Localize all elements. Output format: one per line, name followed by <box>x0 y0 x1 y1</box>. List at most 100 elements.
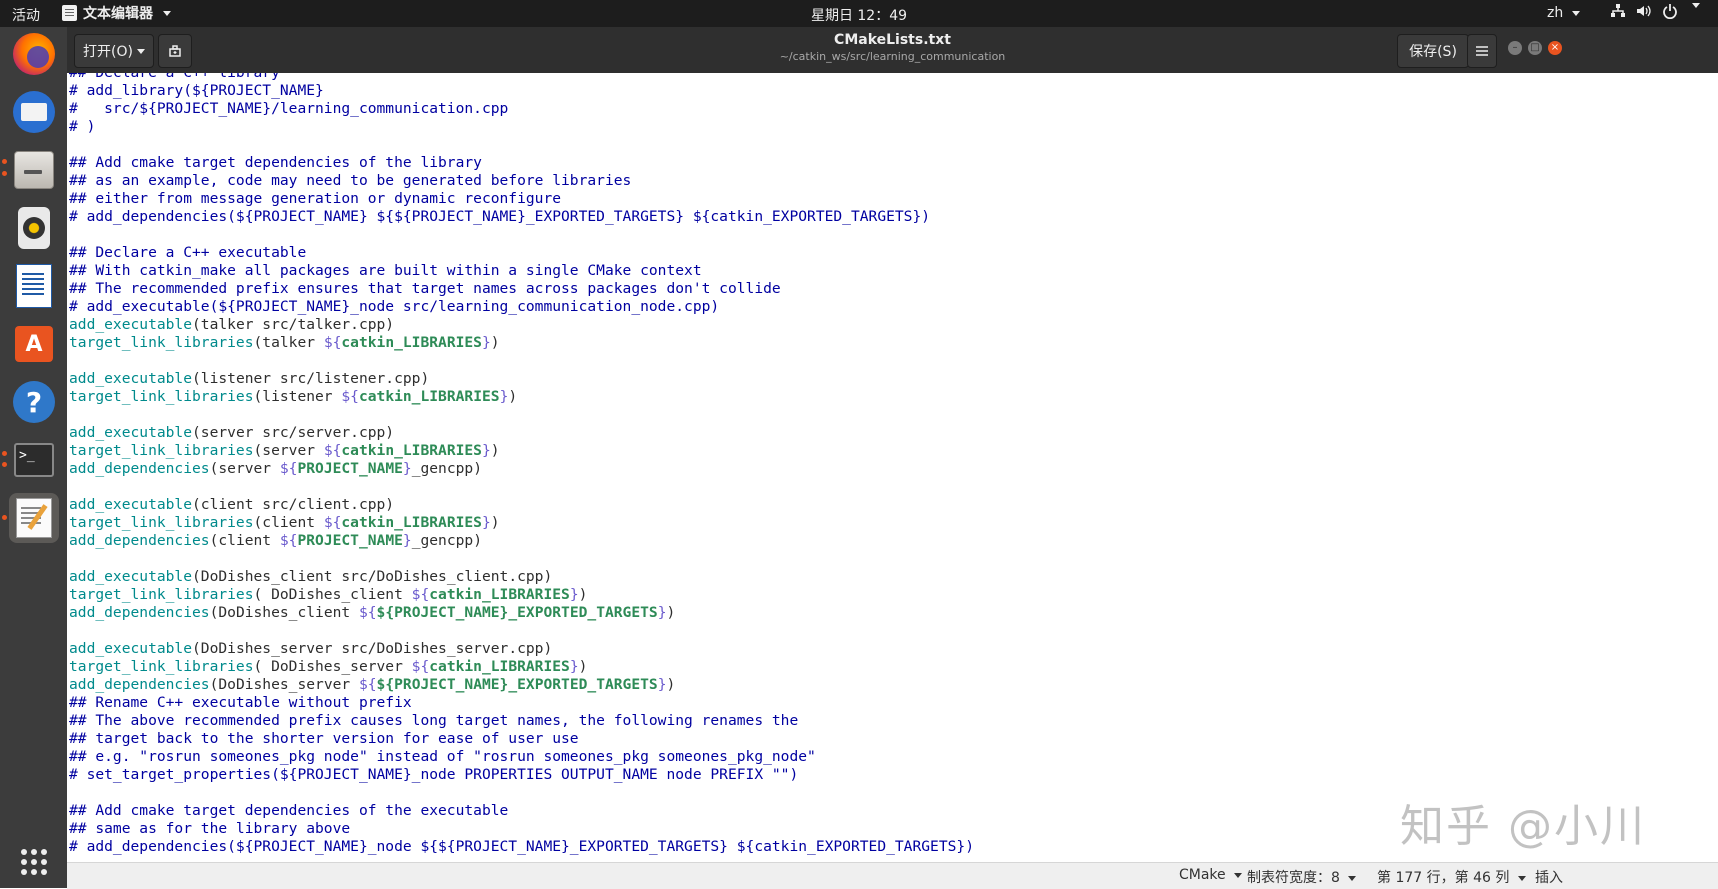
menu-button[interactable] <box>1467 34 1497 68</box>
code-line[interactable]: ​ <box>69 478 974 496</box>
language-selector[interactable]: CMake <box>1179 867 1243 883</box>
code-line[interactable]: add_executable(talker src/talker.cpp) <box>69 316 974 334</box>
code-line[interactable]: target_link_libraries(listener ${catkin_… <box>69 388 974 406</box>
running-indicator <box>2 171 7 176</box>
code-line[interactable]: # src/${PROJECT_NAME}/learning_communica… <box>69 100 974 118</box>
code-token: ) <box>490 442 500 459</box>
input-method-menu[interactable]: zh <box>1547 5 1580 21</box>
code-line[interactable]: add_dependencies(server ${PROJECT_NAME}_… <box>69 460 974 478</box>
insert-mode-indicator[interactable]: 插入 <box>1535 867 1563 887</box>
chevron-down-icon <box>1234 872 1243 878</box>
code-token: ${ <box>323 442 342 459</box>
app-menu[interactable]: 文本编辑器 <box>62 3 171 23</box>
code-line[interactable]: ​ <box>69 352 974 370</box>
code-line[interactable]: add_executable(client src/client.cpp) <box>69 496 974 514</box>
close-button[interactable]: × <box>1548 41 1562 55</box>
clock[interactable]: 星期日 12：49 <box>811 8 907 24</box>
dock-help[interactable]: ? <box>9 377 59 427</box>
code-line[interactable]: ​ <box>69 784 974 802</box>
code-line[interactable]: ## same as for the library above <box>69 820 974 838</box>
code-line[interactable]: # ) <box>69 118 974 136</box>
code-line[interactable]: ## The recommended prefix ensures that t… <box>69 280 974 298</box>
code-line[interactable]: ## Declare a C++ executable <box>69 244 974 262</box>
code-line[interactable]: # add_dependencies(${PROJECT_NAME}_node … <box>69 838 974 856</box>
code-line[interactable]: ## e.g. "rosrun someones_pkg node" inste… <box>69 748 974 766</box>
code-token: ## The recommended prefix ensures that t… <box>69 280 781 297</box>
code-token: ${ <box>411 586 430 603</box>
code-line[interactable]: target_link_libraries(talker ${catkin_LI… <box>69 334 974 352</box>
code-line[interactable]: ## either from message generation or dyn… <box>69 190 974 208</box>
code-line[interactable]: ## Declare a C++ library <box>69 73 974 82</box>
code-line[interactable]: ​ <box>69 136 974 154</box>
code-token: (server <box>209 460 280 477</box>
code-token: _gencpp) <box>411 532 482 549</box>
dock-rhythmbox[interactable] <box>9 203 59 253</box>
code-line[interactable]: # add_library(${PROJECT_NAME} <box>69 82 974 100</box>
code-line[interactable]: # add_dependencies(${PROJECT_NAME} ${${P… <box>69 208 974 226</box>
code-token: ## target back to the shorter version fo… <box>69 730 579 747</box>
code-line[interactable]: # set_target_properties(${PROJECT_NAME}_… <box>69 766 974 784</box>
minimize-button[interactable]: – <box>1508 41 1522 55</box>
code-line[interactable]: add_executable(listener src/listener.cpp… <box>69 370 974 388</box>
code-line[interactable]: ## With catkin_make all packages are bui… <box>69 262 974 280</box>
cursor-position-label: 第 177 行，第 46 列 <box>1377 870 1510 886</box>
dock-thunderbird[interactable] <box>9 87 59 137</box>
text-editor-area[interactable]: ## Declare a C++ library# add_library(${… <box>67 73 1718 862</box>
code-line[interactable]: add_executable(DoDishes_client src/DoDis… <box>69 568 974 586</box>
code-token: add_dependencies <box>69 604 210 621</box>
dock: A ? >_ <box>0 27 67 888</box>
code-token: # src/${PROJECT_NAME}/learning_communica… <box>69 100 509 117</box>
code-token: ## Add cmake target dependencies of the … <box>69 154 482 171</box>
code-token: add_executable <box>69 640 193 657</box>
running-indicator <box>2 515 7 520</box>
tab-width-selector[interactable]: 制表符宽度：8 <box>1247 867 1357 887</box>
dock-files[interactable] <box>2 145 59 195</box>
code-line[interactable]: ## Add cmake target dependencies of the … <box>69 154 974 172</box>
system-menu[interactable] <box>1610 3 1700 19</box>
code-line[interactable]: ​ <box>69 406 974 424</box>
dock-firefox[interactable] <box>9 29 59 79</box>
network-icon <box>1611 4 1625 17</box>
dock-libreoffice-writer[interactable] <box>9 261 59 311</box>
minimize-icon: – <box>1512 42 1518 53</box>
hamburger-icon <box>1476 46 1488 56</box>
code-token: (listener <box>253 388 342 405</box>
code-line[interactable]: target_link_libraries(client ${catkin_LI… <box>69 514 974 532</box>
dock-terminal[interactable]: >_ <box>2 435 59 485</box>
code-token: ) <box>578 586 588 603</box>
code-token: ${ <box>358 604 377 621</box>
firefox-icon <box>13 33 55 75</box>
code-line[interactable]: add_dependencies(DoDishes_server ${${PRO… <box>69 676 974 694</box>
code-line[interactable]: ​ <box>69 550 974 568</box>
code-line[interactable]: ## The above recommended prefix causes l… <box>69 712 974 730</box>
code-line[interactable]: add_dependencies(client ${PROJECT_NAME}_… <box>69 532 974 550</box>
code-line[interactable]: ## Add cmake target dependencies of the … <box>69 802 974 820</box>
code-token: ## Add cmake target dependencies of the … <box>69 802 509 819</box>
code-line[interactable]: ## Rename C++ executable without prefix <box>69 694 974 712</box>
code-line[interactable]: # add_executable(${PROJECT_NAME}_node sr… <box>69 298 974 316</box>
code-line[interactable]: ## target back to the shorter version fo… <box>69 730 974 748</box>
code-token: add_executable <box>69 424 193 441</box>
code-line[interactable]: target_link_libraries(server ${catkin_LI… <box>69 442 974 460</box>
dock-software-center[interactable]: A <box>9 319 59 369</box>
maximize-button[interactable]: □ <box>1528 41 1542 55</box>
cursor-position[interactable]: 第 177 行，第 46 列 <box>1377 867 1526 887</box>
code-line[interactable]: ​ <box>69 622 974 640</box>
code-token: ${ <box>279 532 298 549</box>
dock-text-editor[interactable] <box>2 493 59 543</box>
dock-show-applications[interactable] <box>9 837 59 887</box>
code-line[interactable]: target_link_libraries( DoDishes_client $… <box>69 586 974 604</box>
code-line[interactable]: ​ <box>69 226 974 244</box>
code-view[interactable]: ## Declare a C++ library# add_library(${… <box>69 73 974 856</box>
code-token: (server <box>253 442 324 459</box>
code-line[interactable]: add_executable(DoDishes_server src/DoDis… <box>69 640 974 658</box>
code-line[interactable]: add_dependencies(DoDishes_client ${${PRO… <box>69 604 974 622</box>
save-button[interactable]: 保存(S) <box>1397 34 1469 68</box>
activities-button[interactable]: 活动 <box>12 5 40 25</box>
code-line[interactable]: target_link_libraries( DoDishes_server $… <box>69 658 974 676</box>
code-token: (DoDishes_server <box>209 676 359 693</box>
code-line[interactable]: ## as an example, code may need to be ge… <box>69 172 974 190</box>
code-token: ) <box>508 388 518 405</box>
code-token: } <box>402 460 412 477</box>
code-line[interactable]: add_executable(server src/server.cpp) <box>69 424 974 442</box>
